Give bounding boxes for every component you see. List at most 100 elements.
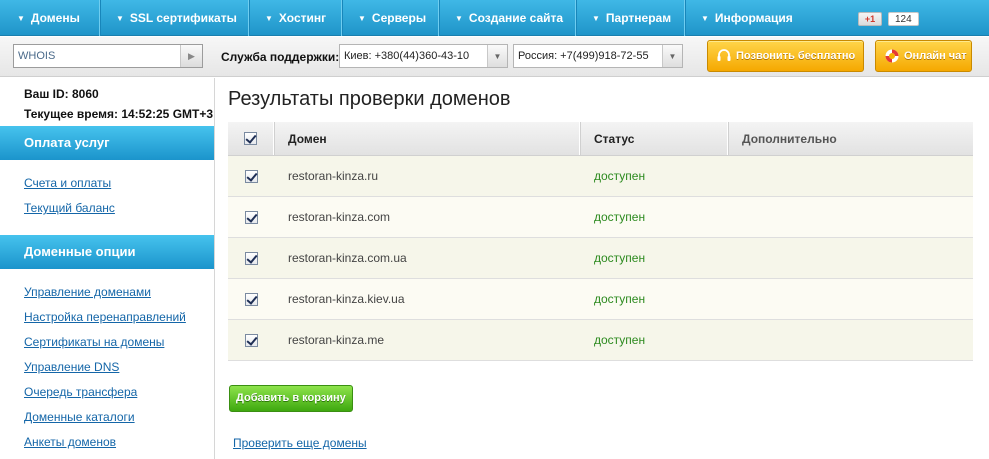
arrow-right-icon: ▶ — [188, 50, 195, 61]
extra-cell — [728, 279, 973, 319]
select-value: Россия: +7(499)918-72-55 — [518, 50, 649, 62]
user-info: Ваш ID: 8060 Текущее время: 14:52:25 GMT… — [24, 84, 213, 124]
chevron-down-icon: ▼ — [265, 13, 273, 23]
chevron-down-icon: ▼ — [116, 13, 124, 23]
add-to-cart-button[interactable]: Добавить в корзину — [229, 385, 353, 412]
row-checkbox-cell — [228, 279, 274, 319]
main-content: Результаты проверки доменов Домен Статус… — [216, 78, 989, 459]
chevron-down-icon: ▼ — [455, 13, 463, 23]
table-header: Домен Статус Дополнительно — [228, 122, 973, 156]
current-time: Текущее время: 14:52:25 GMT+3 — [24, 107, 214, 121]
sidebar-link-domain-forms[interactable]: Анкеты доменов — [24, 435, 116, 449]
nav-item-site-creation[interactable]: ▼ Создание сайта — [439, 0, 576, 36]
table-row: restoran-kinza.me доступен — [228, 320, 973, 361]
sidebar-link-domain-catalogs[interactable]: Доменные каталоги — [24, 410, 135, 424]
online-chat-label: Онлайн чат — [904, 50, 967, 62]
lifebuoy-icon — [884, 48, 900, 64]
page-title: Результаты проверки доменов — [228, 88, 511, 110]
chevron-down-icon: ▼ — [592, 13, 600, 23]
domain-cell: restoran-kinza.me — [288, 333, 385, 347]
nav-item-servers[interactable]: ▼ Серверы — [342, 0, 439, 36]
table-row: restoran-kinza.com доступен — [228, 197, 973, 238]
nav-item-label: Создание сайта — [468, 11, 564, 25]
section-heading-domain-options: Доменные опции — [0, 235, 214, 269]
google-plus-button[interactable]: +1 — [858, 12, 882, 26]
chevron-down-icon: ▼ — [358, 13, 366, 23]
extra-cell — [728, 156, 973, 196]
row-checkbox-cell — [228, 238, 274, 278]
nav-item-label: Домены — [30, 11, 80, 25]
section-heading-payment: Оплата услуг — [0, 126, 214, 160]
nav-item-label: Хостинг — [278, 11, 327, 25]
sidebar-link-invoices[interactable]: Счета и оплаты — [24, 176, 111, 190]
google-plus-label: +1 — [864, 14, 876, 24]
nav-item-ssl[interactable]: ▼ SSL сертификаты — [100, 0, 249, 36]
headset-icon — [716, 48, 732, 64]
column-header-status: Статус — [580, 122, 728, 155]
status-cell: доступен — [594, 333, 646, 347]
chevron-down-icon: ▼ — [701, 13, 709, 23]
table-row: restoran-kinza.ru доступен — [228, 156, 973, 197]
nav-item-label: SSL сертификаты — [129, 11, 237, 25]
row-checkbox[interactable] — [244, 292, 258, 306]
table-row: restoran-kinza.kiev.ua доступен — [228, 279, 973, 320]
status-cell: доступен — [594, 292, 646, 306]
sidebar-link-certificates[interactable]: Сертификаты на домены — [24, 335, 164, 349]
select-all-cell — [228, 122, 274, 155]
call-free-button[interactable]: Позвонить бесплатно — [707, 40, 864, 72]
row-checkbox-cell — [228, 156, 274, 196]
sidebar-link-domain-management[interactable]: Управление доменами — [24, 285, 151, 299]
row-checkbox[interactable] — [244, 251, 258, 265]
sidebar-link-transfer-queue[interactable]: Очередь трансфера — [24, 385, 137, 399]
online-chat-button[interactable]: Онлайн чат — [875, 40, 972, 72]
sidebar-link-redirects[interactable]: Настройка перенаправлений — [24, 310, 186, 324]
whois-go-button[interactable]: ▶ — [180, 45, 202, 67]
google-plus-widget: +1 124 — [858, 12, 919, 26]
row-checkbox-cell — [228, 320, 274, 360]
nav-item-hosting[interactable]: ▼ Хостинг — [249, 0, 342, 36]
row-checkbox[interactable] — [244, 169, 258, 183]
row-checkbox[interactable] — [244, 333, 258, 347]
row-checkbox[interactable] — [244, 210, 258, 224]
table-row: restoran-kinza.com.ua доступен — [228, 238, 973, 279]
domain-cell: restoran-kinza.ru — [288, 169, 379, 183]
support-phone-kiev-select[interactable]: Киев: +380(44)360-43-10 ▼ — [339, 44, 508, 68]
support-phone-russia-select[interactable]: Россия: +7(499)918-72-55 ▼ — [513, 44, 683, 68]
chevron-down-icon: ▼ — [17, 13, 25, 23]
select-value: Киев: +380(44)360-43-10 — [344, 50, 470, 62]
top-navigation: ▼ Домены ▼ SSL сертификаты ▼ Хостинг ▼ С… — [0, 0, 989, 36]
whois-search: WHOIS ▶ — [13, 44, 203, 68]
domain-cell: restoran-kinza.com.ua — [288, 251, 407, 265]
table-body: restoran-kinza.ru доступен restoran-kinz… — [228, 156, 973, 361]
chevron-down-icon: ▼ — [662, 45, 682, 67]
nav-item-information[interactable]: ▼ Информация — [685, 0, 989, 36]
row-checkbox-cell — [228, 197, 274, 237]
status-cell: доступен — [594, 251, 646, 265]
check-more-domains-link[interactable]: Проверить еще домены — [233, 436, 367, 450]
nav-item-domains[interactable]: ▼ Домены — [0, 0, 100, 36]
domain-cell: restoran-kinza.com — [288, 210, 391, 224]
nav-item-partners[interactable]: ▼ Партнерам — [576, 0, 685, 36]
domain-cell: restoran-kinza.kiev.ua — [288, 292, 405, 306]
google-plus-count: 124 — [888, 12, 919, 26]
sidebar: Ваш ID: 8060 Текущее время: 14:52:25 GMT… — [0, 78, 215, 459]
nav-item-label: Серверы — [371, 11, 427, 25]
chevron-down-icon: ▼ — [487, 45, 507, 67]
column-header-domain: Домен — [274, 122, 580, 155]
toolbar: WHOIS ▶ Служба поддержки: Киев: +380(44)… — [0, 37, 989, 77]
column-header-extra: Дополнительно — [742, 132, 837, 146]
sidebar-link-balance[interactable]: Текущий баланс — [24, 201, 115, 215]
call-free-label: Позвонить бесплатно — [736, 50, 856, 62]
nav-item-label: Информация — [714, 11, 793, 25]
domain-results-table: Домен Статус Дополнительно restoran-kinz… — [228, 122, 973, 361]
sidebar-link-dns[interactable]: Управление DNS — [24, 360, 119, 374]
user-id: Ваш ID: 8060 — [24, 87, 99, 101]
nav-item-label: Партнерам — [605, 11, 672, 25]
support-label: Служба поддержки: — [221, 50, 340, 64]
status-cell: доступен — [594, 169, 646, 183]
whois-input[interactable]: WHOIS — [14, 45, 180, 67]
extra-cell — [728, 197, 973, 237]
extra-cell — [728, 238, 973, 278]
extra-cell — [728, 320, 973, 360]
select-all-checkbox[interactable] — [244, 132, 257, 145]
